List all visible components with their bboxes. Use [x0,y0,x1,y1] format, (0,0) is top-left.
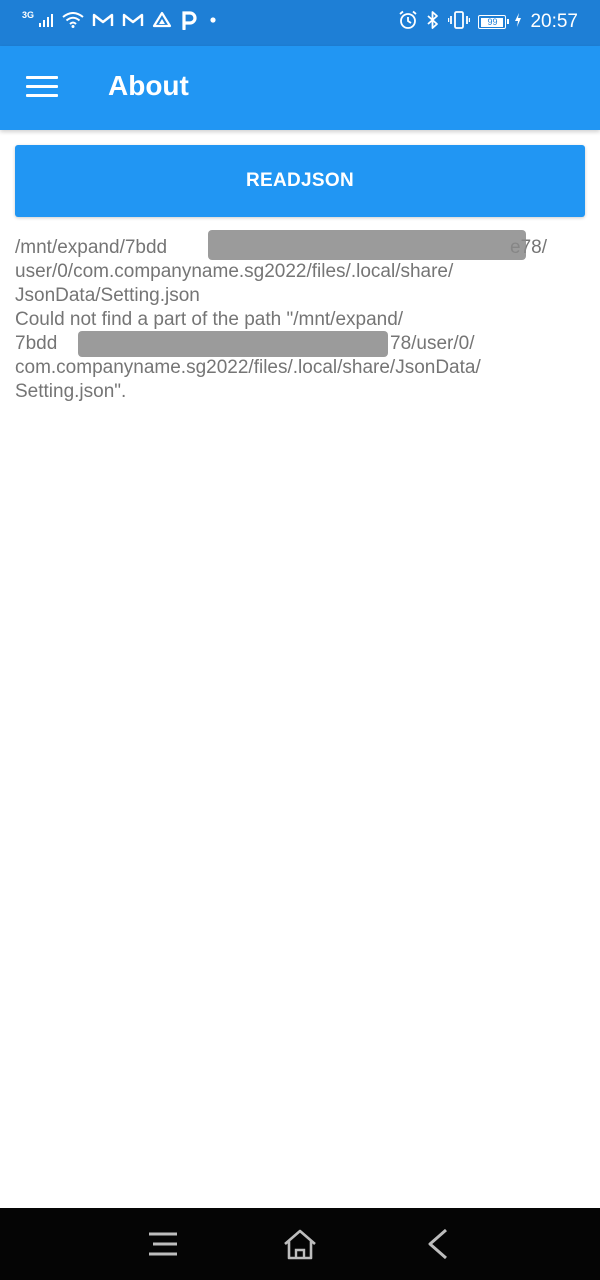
gmail-icon-2 [122,12,144,33]
menu-icon[interactable] [26,76,58,98]
output-line: JsonData/Setting.json [15,285,200,306]
status-bar: 3G 99 20:57 [0,0,600,46]
output-line-part: /mnt/expand/7bdd [15,237,168,258]
menu-nav-button[interactable] [143,1226,183,1262]
status-left-icons: 3G [22,10,220,34]
drive-icon [152,11,172,34]
output-line-part: 78/user/0/ [390,333,475,354]
signal-icon [38,12,54,33]
output-line: Setting.json". [15,381,127,402]
clock: 20:57 [530,11,578,32]
parking-app-icon [180,10,198,35]
app-bar: About [0,46,600,130]
output-line: com.companyname.sg2022/files/.local/shar… [15,357,481,378]
alarm-icon [398,10,418,35]
output-text: /mnt/expand/7bdd e78/ user/0/com.companyn… [15,236,585,404]
battery-level: 99 [481,17,504,27]
navigation-bar [0,1208,600,1280]
bluetooth-icon [426,10,440,35]
output-line: user/0/com.companyname.sg2022/files/.loc… [15,261,454,282]
back-nav-button[interactable] [418,1226,458,1262]
status-right-icons: 99 20:57 [398,10,578,34]
gmail-icon [92,12,114,33]
network-type-label: 3G [22,10,35,20]
notification-dot-icon [206,13,220,32]
redaction-mark [78,331,388,357]
wifi-icon [62,11,84,33]
output-line: Could not find a part of the path "/mnt/… [15,309,404,330]
redaction-mark [208,230,526,260]
vibrate-icon [448,10,471,35]
page-title: About [108,70,189,101]
charging-icon [514,12,522,32]
output-line-part: 7bdd [15,333,58,354]
readjson-button[interactable]: READJSON [15,145,585,217]
home-nav-button[interactable] [280,1226,320,1262]
battery-icon: 99 [478,15,510,29]
